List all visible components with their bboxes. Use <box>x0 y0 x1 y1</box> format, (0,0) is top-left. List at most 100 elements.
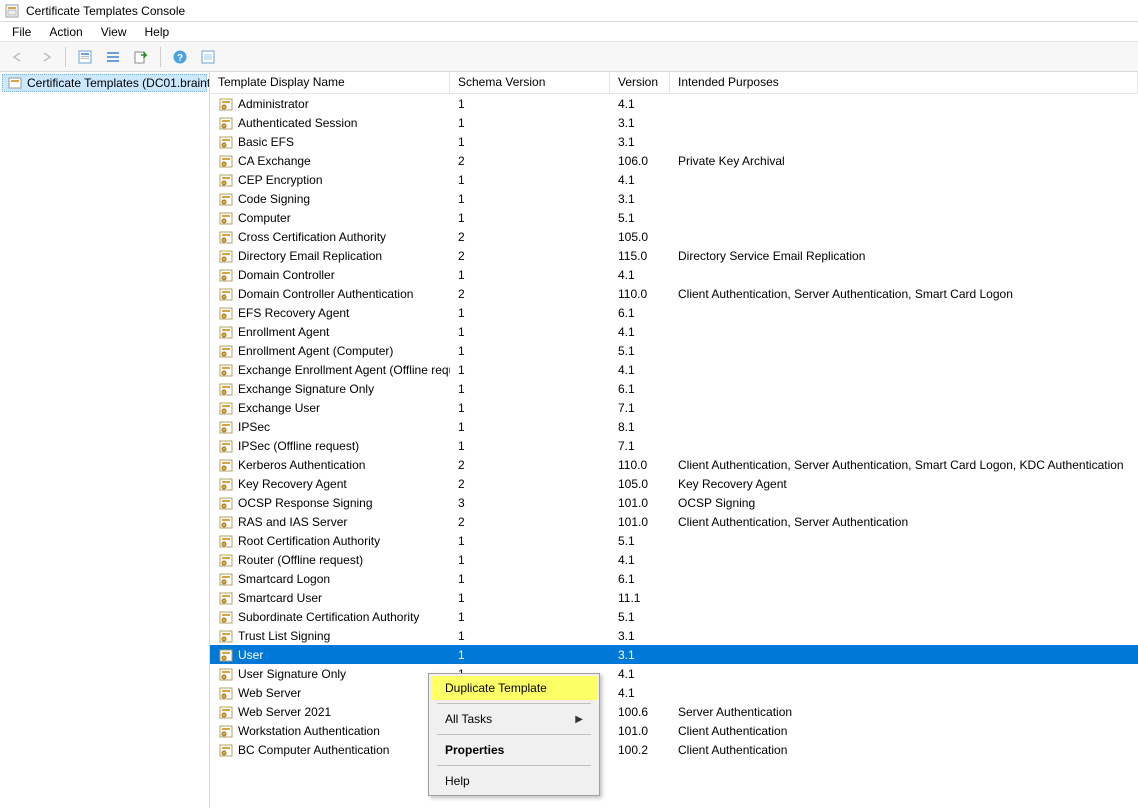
table-row[interactable]: Code Signing13.1 <box>210 189 1138 208</box>
cell-schema: 1 <box>450 344 610 358</box>
cell-schema: 1 <box>450 439 610 453</box>
menu-help[interactable]: Help <box>137 24 178 40</box>
table-row[interactable]: Exchange Enrollment Agent (Offline requ.… <box>210 360 1138 379</box>
ctx-duplicate-template[interactable]: Duplicate Template <box>431 676 597 700</box>
back-arrow-icon <box>11 50 25 64</box>
table-row[interactable]: Computer15.1 <box>210 208 1138 227</box>
cell-version: 101.0 <box>610 515 670 529</box>
table-row[interactable]: Key Recovery Agent2105.0Key Recovery Age… <box>210 474 1138 493</box>
table-row[interactable]: User Signature Only14.1 <box>210 664 1138 683</box>
cell-name: Directory Email Replication <box>238 249 382 263</box>
forward-button <box>34 46 58 68</box>
export-button[interactable] <box>129 46 153 68</box>
tree-pane[interactable]: Certificate Templates (DC01.brainte <box>0 72 210 808</box>
table-row[interactable]: Router (Offline request)14.1 <box>210 550 1138 569</box>
cell-purpose: OCSP Signing <box>670 496 1138 510</box>
table-row[interactable]: Web Server14.1 <box>210 683 1138 702</box>
table-row[interactable]: Cross Certification Authority2105.0 <box>210 227 1138 246</box>
cell-version: 7.1 <box>610 401 670 415</box>
table-row[interactable]: Administrator14.1 <box>210 94 1138 113</box>
cell-name: BC Computer Authentication <box>238 743 389 757</box>
cell-version: 5.1 <box>610 610 670 624</box>
certificate-template-icon <box>218 229 234 245</box>
ctx-properties[interactable]: Properties <box>431 738 597 762</box>
table-row[interactable]: EFS Recovery Agent16.1 <box>210 303 1138 322</box>
table-row[interactable]: Workstation Authentication2101.0Client A… <box>210 721 1138 740</box>
certificate-template-icon <box>218 419 234 435</box>
certificate-template-icon <box>218 533 234 549</box>
table-row[interactable]: Domain Controller Authentication2110.0Cl… <box>210 284 1138 303</box>
table-row[interactable]: Kerberos Authentication2110.0Client Auth… <box>210 455 1138 474</box>
table-row[interactable]: Basic EFS13.1 <box>210 132 1138 151</box>
table-row[interactable]: Enrollment Agent14.1 <box>210 322 1138 341</box>
table-row[interactable]: Smartcard Logon16.1 <box>210 569 1138 588</box>
certificate-template-icon <box>218 685 234 701</box>
column-header-schema[interactable]: Schema Version <box>450 72 610 93</box>
table-row[interactable]: Trust List Signing13.1 <box>210 626 1138 645</box>
cell-name: Web Server 2021 <box>238 705 331 719</box>
menu-action[interactable]: Action <box>41 24 90 40</box>
column-header-version[interactable]: Version <box>610 72 670 93</box>
refresh-icon <box>200 49 216 65</box>
cell-version: 5.1 <box>610 211 670 225</box>
cell-schema: 1 <box>450 572 610 586</box>
list-view-button[interactable] <box>101 46 125 68</box>
cell-version: 3.1 <box>610 116 670 130</box>
tree-root-item[interactable]: Certificate Templates (DC01.brainte <box>2 74 207 92</box>
table-row[interactable]: Enrollment Agent (Computer)15.1 <box>210 341 1138 360</box>
cell-version: 100.6 <box>610 705 670 719</box>
certificate-templates-icon <box>7 75 23 91</box>
menu-view[interactable]: View <box>93 24 135 40</box>
cell-version: 8.1 <box>610 420 670 434</box>
table-row[interactable]: IPSec (Offline request)17.1 <box>210 436 1138 455</box>
certificate-template-icon <box>218 438 234 454</box>
table-row[interactable]: RAS and IAS Server2101.0Client Authentic… <box>210 512 1138 531</box>
cell-schema: 1 <box>450 116 610 130</box>
certificate-template-icon <box>218 191 234 207</box>
table-row[interactable]: OCSP Response Signing3101.0OCSP Signing <box>210 493 1138 512</box>
cell-name: IPSec <box>238 420 270 434</box>
table-row[interactable]: Directory Email Replication2115.0Directo… <box>210 246 1138 265</box>
table-row[interactable]: Exchange Signature Only16.1 <box>210 379 1138 398</box>
ctx-all-tasks[interactable]: All Tasks ▶ <box>431 707 597 731</box>
cell-purpose: Private Key Archival <box>670 154 1138 168</box>
certificate-template-icon <box>218 742 234 758</box>
cell-schema: 1 <box>450 268 610 282</box>
table-row[interactable]: BC Computer Authentication2100.2Client A… <box>210 740 1138 759</box>
properties-button[interactable] <box>73 46 97 68</box>
table-row[interactable]: CA Exchange2106.0Private Key Archival <box>210 151 1138 170</box>
refresh-button[interactable] <box>196 46 220 68</box>
certificate-template-icon <box>218 457 234 473</box>
certificate-template-icon <box>218 590 234 606</box>
cell-name: CEP Encryption <box>238 173 323 187</box>
table-row[interactable]: Smartcard User111.1 <box>210 588 1138 607</box>
menu-file[interactable]: File <box>4 24 39 40</box>
table-row[interactable]: Domain Controller14.1 <box>210 265 1138 284</box>
table-row[interactable]: CEP Encryption14.1 <box>210 170 1138 189</box>
cell-name: Subordinate Certification Authority <box>238 610 419 624</box>
cell-schema: 1 <box>450 610 610 624</box>
cell-name: Router (Offline request) <box>238 553 363 567</box>
cell-version: 115.0 <box>610 249 670 263</box>
table-row[interactable]: Root Certification Authority15.1 <box>210 531 1138 550</box>
ctx-divider <box>437 765 591 766</box>
table-row[interactable]: IPSec18.1 <box>210 417 1138 436</box>
table-row[interactable]: Subordinate Certification Authority 15.1 <box>210 607 1138 626</box>
table-row[interactable]: Web Server 20212100.6Server Authenticati… <box>210 702 1138 721</box>
cell-name: Kerberos Authentication <box>238 458 365 472</box>
table-row[interactable]: Exchange User17.1 <box>210 398 1138 417</box>
column-header-name[interactable]: Template Display Name <box>210 72 450 93</box>
tree-root-label: Certificate Templates (DC01.brainte <box>27 76 210 90</box>
ctx-help[interactable]: Help <box>431 769 597 793</box>
table-row[interactable]: User13.1 <box>210 645 1138 664</box>
svg-text:?: ? <box>177 53 183 64</box>
cell-name: Root Certification Authority <box>238 534 380 548</box>
table-row[interactable]: Authenticated Session13.1 <box>210 113 1138 132</box>
help-button[interactable]: ? <box>168 46 192 68</box>
cell-name: Code Signing <box>238 192 310 206</box>
context-menu: Duplicate Template All Tasks ▶ Propertie… <box>428 673 600 796</box>
certificate-template-icon <box>218 666 234 682</box>
cell-version: 6.1 <box>610 572 670 586</box>
app-icon <box>4 3 20 19</box>
column-header-purpose[interactable]: Intended Purposes <box>670 72 1138 93</box>
